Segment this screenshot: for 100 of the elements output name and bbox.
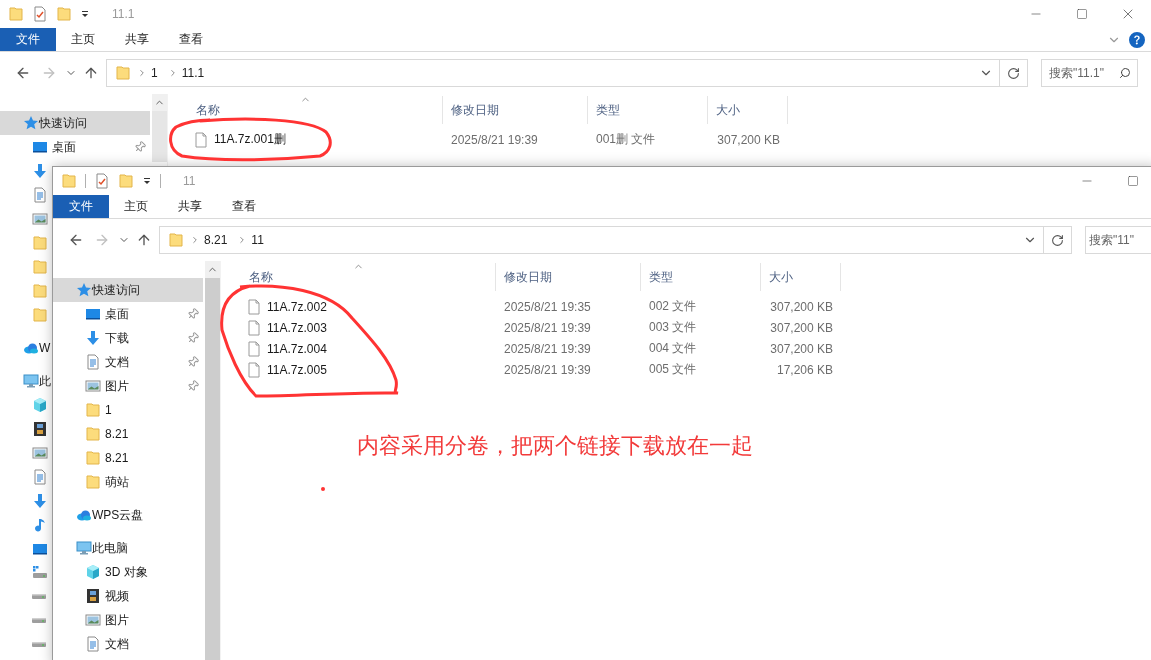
folder-icon (85, 450, 101, 466)
date-cell: 2025/8/21 19:39 (504, 320, 591, 335)
nav-item[interactable]: WPS云盘 (53, 503, 203, 527)
size-cell: 307,200 KB (770, 320, 833, 335)
folder-icon (168, 232, 184, 248)
nav-item[interactable]: 文档 (53, 350, 203, 374)
date-cell: 2025/8/21 19:39 (504, 341, 591, 356)
help-icon[interactable] (1129, 31, 1145, 48)
drive-icon (32, 565, 48, 581)
address-bar[interactable]: 8.21 11 (159, 226, 1044, 254)
file-menu-tab[interactable]: 文件 (53, 195, 109, 218)
search-field[interactable]: 搜索"11" (1085, 226, 1151, 254)
maximize-icon (1127, 175, 1139, 187)
breadcrumb[interactable]: 8.21 (200, 233, 232, 247)
folder-icon (8, 6, 24, 22)
size-cell: 307,200 KB (770, 341, 833, 356)
breadcrumb[interactable]: 11.1 (177, 66, 209, 80)
folder-icon (61, 173, 77, 189)
file-icon (246, 361, 262, 378)
breadcrumb[interactable]: 1 (147, 66, 162, 80)
column-header[interactable]: 大小 (708, 96, 788, 124)
drive-icon (32, 594, 48, 600)
type-cell: 005 文件 (649, 361, 697, 378)
search-field[interactable]: 搜索"11.1" (1041, 59, 1138, 87)
date-cell: 2025/8/21 19:39 (504, 362, 591, 377)
file-name[interactable]: 11A.7z.004 (267, 341, 327, 356)
nav-item[interactable]: 3D 对象 (53, 560, 203, 584)
column-header[interactable]: 类型 (588, 96, 708, 124)
desktop-icon (32, 139, 48, 155)
nav-item[interactable]: 文档 (53, 632, 203, 656)
cube-icon (85, 564, 101, 580)
nav-item[interactable]: 此 (0, 369, 51, 393)
cube-icon (32, 397, 48, 413)
ribbon-tab[interactable]: 查看 (164, 28, 218, 51)
download-icon (32, 493, 48, 509)
chevron-icon (137, 68, 147, 78)
column-header[interactable]: 修改日期 (496, 263, 641, 291)
size-cell: 307,200 KB (770, 299, 833, 314)
column-header[interactable]: 修改日期 (443, 96, 588, 124)
picture-icon (85, 378, 101, 394)
file-icon (246, 298, 262, 315)
column-header[interactable]: 名称 (221, 263, 496, 291)
window-title: 11 (183, 174, 196, 188)
type-cell: 002 文件 (649, 298, 697, 315)
nav-item[interactable]: 视频 (53, 584, 203, 608)
folder-icon (32, 259, 48, 275)
file-name[interactable]: 11A.7z.005 (267, 362, 327, 377)
star-icon (23, 115, 39, 131)
properties-icon (94, 173, 110, 189)
nav-item[interactable]: 1 (53, 398, 203, 422)
column-header[interactable]: 大小 (761, 263, 841, 291)
ribbon-tab[interactable]: 主页 (56, 28, 110, 51)
folder-icon (118, 173, 134, 189)
refresh-button[interactable] (1000, 59, 1028, 87)
ribbon-tab[interactable]: 查看 (217, 195, 271, 218)
folder-icon (85, 402, 101, 418)
column-header[interactable]: 名称 (168, 96, 443, 124)
nav-item[interactable]: 此电脑 (53, 536, 203, 560)
refresh-icon (1007, 66, 1020, 80)
folder-icon (56, 6, 72, 22)
picture-icon (32, 211, 48, 227)
type-cell: 004 文件 (649, 340, 697, 357)
file-name[interactable]: 11A.7z.003 (267, 320, 327, 335)
folder-icon (115, 65, 131, 81)
nav-item[interactable]: 8.21 (53, 422, 203, 446)
nav-item[interactable]: 8.21 (53, 446, 203, 470)
search-icon (1119, 67, 1131, 79)
ribbon-tab[interactable]: 主页 (109, 195, 163, 218)
folder-icon (85, 426, 101, 442)
nav-item[interactable]: 下载 (53, 326, 203, 350)
file-icon (246, 319, 262, 336)
scrollbar[interactable] (152, 94, 167, 162)
download-icon (32, 163, 48, 179)
address-bar[interactable]: 1 11.1 (106, 59, 1000, 87)
nav-item[interactable]: 桌面 (0, 135, 150, 159)
picture-icon (32, 445, 48, 461)
nav-item[interactable]: 图片 (53, 608, 203, 632)
drive-icon (32, 642, 48, 648)
folder-icon (32, 235, 48, 251)
column-header[interactable]: 类型 (641, 263, 761, 291)
document-icon (85, 636, 101, 652)
file-name[interactable]: 11A.7z.002 (267, 299, 327, 314)
nav-item[interactable]: 图片 (53, 374, 203, 398)
film-icon (32, 421, 48, 437)
nav-item[interactable]: W (0, 336, 51, 360)
ribbon-tab[interactable]: 共享 (163, 195, 217, 218)
file-menu-tab[interactable]: 文件 (0, 28, 56, 51)
nav-item[interactable]: 快速访问 (53, 278, 203, 302)
file-icon (246, 340, 262, 357)
breadcrumb[interactable]: 11 (247, 233, 268, 247)
star-icon (76, 282, 92, 298)
nav-item[interactable]: 快速访问 (0, 111, 150, 135)
nav-item[interactable]: 桌面 (53, 302, 203, 326)
nav-item[interactable]: 萌站 (53, 470, 203, 494)
document-icon (32, 469, 48, 485)
download-icon (85, 330, 101, 346)
refresh-button[interactable] (1044, 226, 1072, 254)
scrollbar[interactable] (205, 261, 220, 660)
ribbon-tab[interactable]: 共享 (110, 28, 164, 51)
file-name[interactable]: 11A.7z.001删 (214, 131, 286, 148)
